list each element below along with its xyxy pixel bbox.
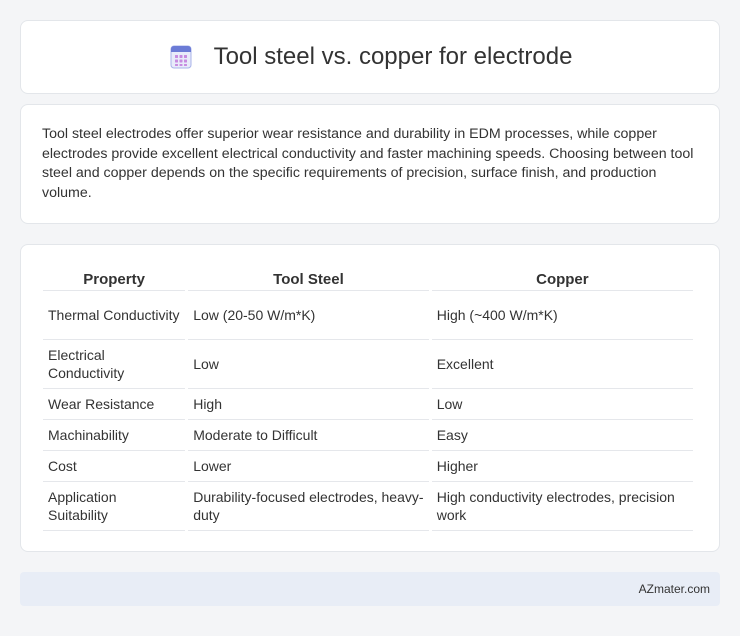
row-copper: High conductivity electrodes, precision …: [431, 482, 693, 531]
table-row: Thermal Conductivity Low (20-50 W/m*K) H…: [43, 291, 693, 340]
row-property: Cost: [43, 451, 186, 482]
row-tool-steel: High: [188, 389, 429, 420]
table-row: Application Suitability Durability-focus…: [43, 482, 693, 531]
row-copper: Low: [431, 389, 693, 420]
row-property: Wear Resistance: [43, 389, 186, 420]
footer-source: AZmater.com: [638, 582, 710, 596]
table-row: Machinability Moderate to Difficult Easy: [43, 420, 693, 451]
row-copper: Excellent: [431, 340, 693, 389]
intro-card: Tool steel electrodes offer superior wea…: [20, 104, 720, 224]
intro-paragraph: Tool steel electrodes offer superior wea…: [42, 126, 694, 201]
table-row: Cost Lower Higher: [43, 451, 693, 482]
row-property: Thermal Conductivity: [43, 291, 186, 340]
row-tool-steel: Low: [188, 340, 429, 389]
row-copper: High (~400 W/m*K): [431, 291, 693, 340]
comparison-table: Property Tool Steel Copper Thermal Condu…: [40, 263, 696, 531]
header-tool-steel: Tool Steel: [188, 263, 429, 291]
table-row: Wear Resistance High Low: [43, 389, 693, 420]
row-copper: Easy: [431, 420, 693, 451]
page-title: Tool steel vs. copper for electrode: [213, 43, 573, 70]
table-row: Electrical Conductivity Low Excellent: [43, 340, 693, 389]
row-tool-steel: Moderate to Difficult: [188, 420, 429, 451]
title-card: Tool steel vs. copper for electrode: [20, 20, 720, 94]
row-copper: Higher: [431, 451, 693, 482]
footer: AZmater.com: [20, 572, 720, 606]
calculator-icon: [168, 44, 194, 70]
row-property: Electrical Conductivity: [43, 340, 186, 389]
header-property: Property: [43, 263, 186, 291]
row-tool-steel: Low (20-50 W/m*K): [188, 291, 429, 340]
row-property: Application Suitability: [43, 482, 186, 531]
row-property: Machinability: [43, 420, 186, 451]
table-header-row: Property Tool Steel Copper: [43, 263, 693, 291]
row-tool-steel: Durability-focused electrodes, heavy-dut…: [188, 482, 429, 531]
comparison-card: Property Tool Steel Copper Thermal Condu…: [20, 244, 720, 552]
row-tool-steel: Lower: [188, 451, 429, 482]
header-copper: Copper: [431, 263, 693, 291]
